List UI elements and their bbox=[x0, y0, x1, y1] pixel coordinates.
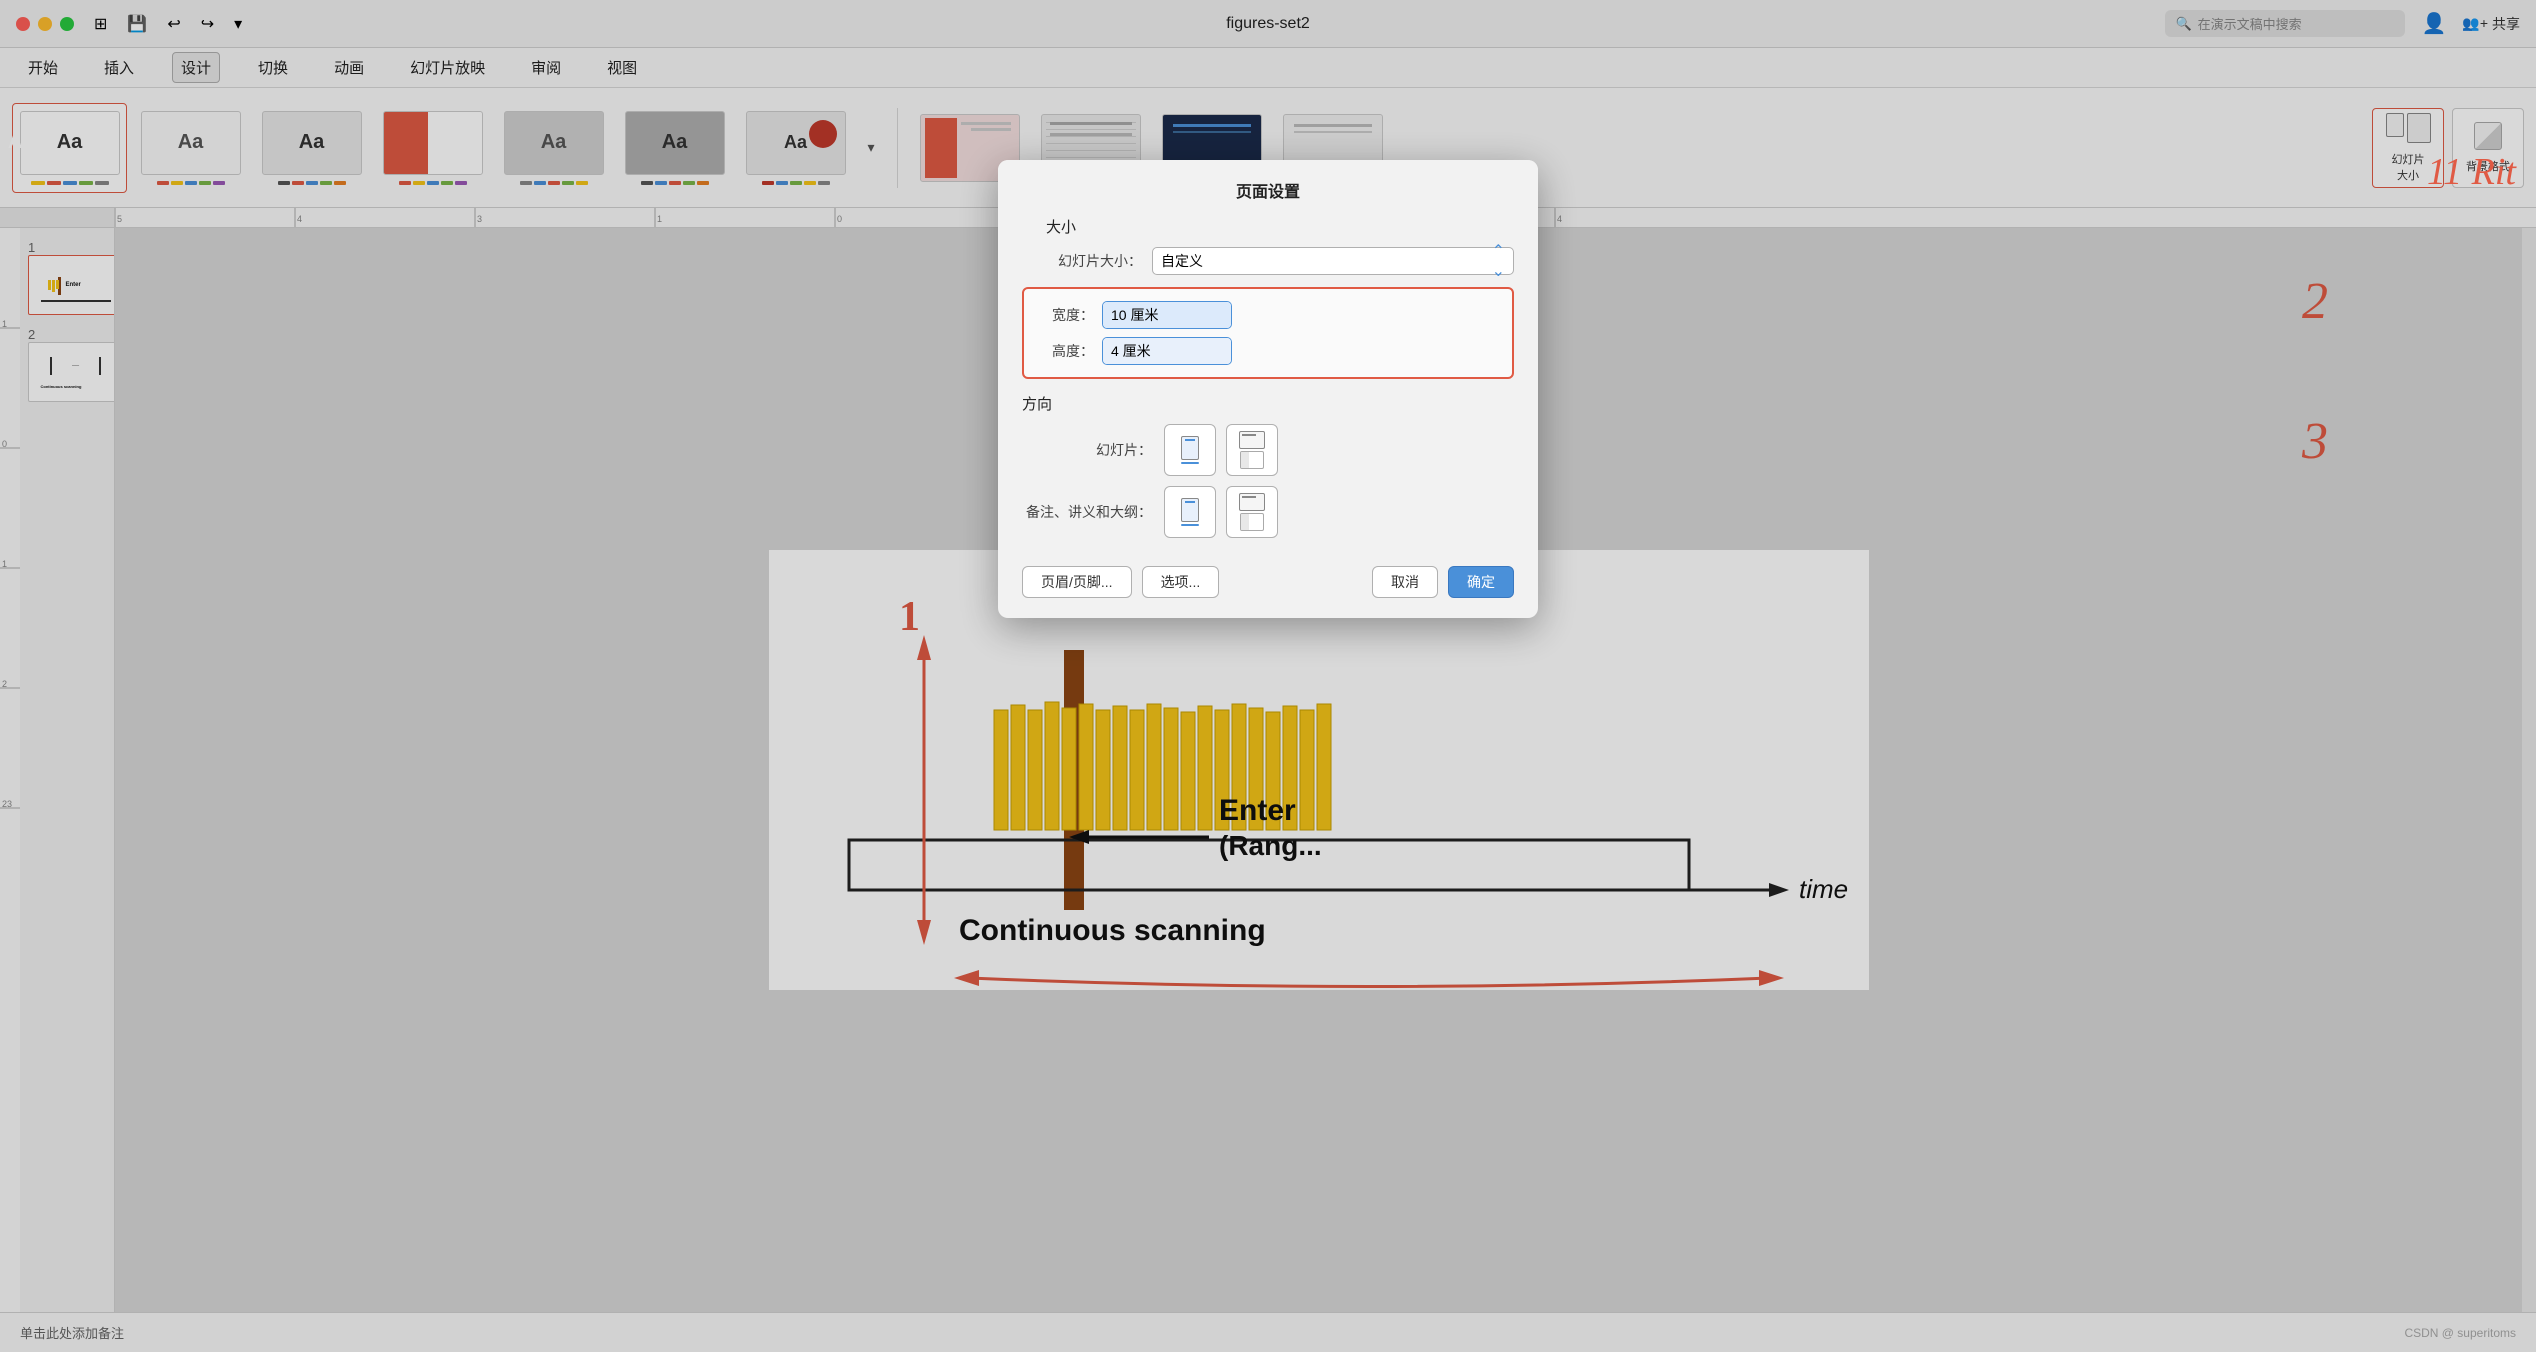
page-setup-dialog: 页面设置 大小 幻灯片大小： 自定义 ⌃⌄ 宽度： bbox=[998, 160, 1538, 618]
height-spinbox[interactable]: ▲ ▼ bbox=[1102, 337, 1232, 365]
notes-orient-label: 备注、讲义和大纲： bbox=[1022, 502, 1152, 522]
height-label: 高度： bbox=[1044, 341, 1094, 361]
size-section-label: 大小 bbox=[1022, 216, 1514, 247]
slide-landscape-button[interactable] bbox=[1226, 424, 1278, 476]
slide-size-value: 自定义 bbox=[1161, 251, 1203, 271]
header-footer-button[interactable]: 页眉/页脚... bbox=[1022, 566, 1132, 598]
orientation-section: 方向 幻灯片： bbox=[998, 393, 1538, 538]
dialog-title: 页面设置 bbox=[998, 160, 1538, 216]
notes-portrait-button[interactable] bbox=[1164, 486, 1216, 538]
cancel-button[interactable]: 取消 bbox=[1372, 566, 1438, 598]
width-spinbox[interactable]: ▲ ▼ bbox=[1102, 301, 1232, 329]
dialog-footer-right: 取消 确定 bbox=[1372, 566, 1514, 598]
ok-button[interactable]: 确定 bbox=[1448, 566, 1514, 598]
slide-orient-label: 幻灯片： bbox=[1022, 440, 1152, 460]
dialog-footer-left: 页眉/页脚... 选项... bbox=[1022, 566, 1219, 598]
notes-orientation-options bbox=[1164, 486, 1278, 538]
slide-orientation-options bbox=[1164, 424, 1278, 476]
slide-size-dropdown[interactable]: 自定义 ⌃⌄ bbox=[1152, 247, 1514, 275]
width-input[interactable] bbox=[1103, 302, 1232, 328]
slide-portrait-button[interactable] bbox=[1164, 424, 1216, 476]
notes-landscape-button[interactable] bbox=[1226, 486, 1278, 538]
dialog-overlay: 页面设置 大小 幻灯片大小： 自定义 ⌃⌄ 宽度： bbox=[0, 0, 2536, 1352]
width-label: 宽度： bbox=[1044, 305, 1094, 325]
dialog-footer: 页眉/页脚... 选项... 取消 确定 bbox=[998, 552, 1538, 598]
options-button[interactable]: 选项... bbox=[1142, 566, 1220, 598]
height-input[interactable] bbox=[1103, 338, 1232, 364]
dropdown-arrow-icon: ⌃⌄ bbox=[1492, 241, 1505, 281]
orientation-section-label: 方向 bbox=[1022, 393, 1514, 414]
size-input-box: 宽度： ▲ ▼ 高度： ▲ bbox=[1022, 287, 1514, 379]
slide-size-field-label: 幻灯片大小： bbox=[1022, 251, 1142, 271]
